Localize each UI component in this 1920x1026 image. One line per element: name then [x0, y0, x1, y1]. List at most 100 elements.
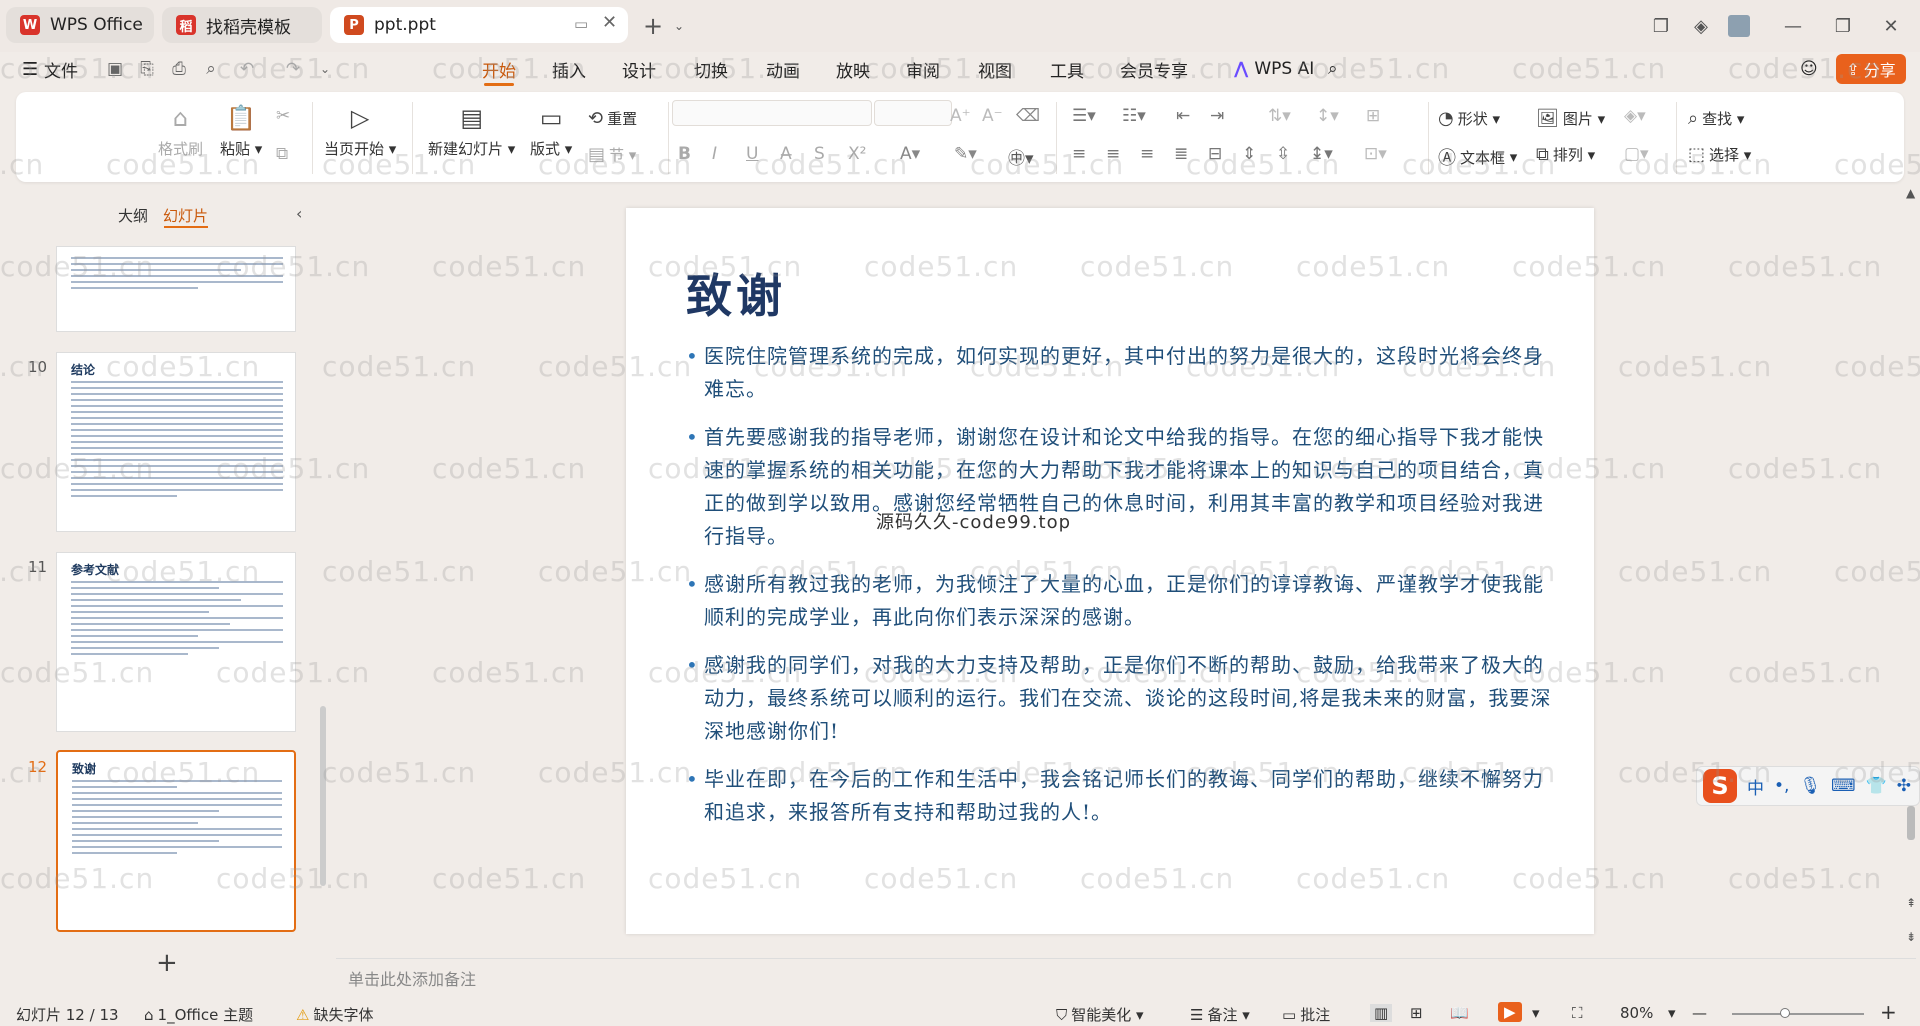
menu-review[interactable]: 审阅: [906, 56, 940, 82]
vertical-scrollbar[interactable]: ▲ ⇞ ⇟: [1906, 186, 1916, 956]
chat-icon[interactable]: ☺: [1800, 56, 1818, 82]
underline-icon[interactable]: U: [746, 144, 758, 164]
slide-thumbnail-selected[interactable]: 致谢: [56, 750, 296, 932]
next-slide-icon[interactable]: ⇟: [1906, 930, 1916, 944]
paste-button[interactable]: 📋 粘贴 ▾: [220, 102, 262, 159]
picture-button[interactable]: 🖼 图片 ▾: [1536, 108, 1605, 129]
decrease-font-icon[interactable]: A⁻: [982, 106, 1003, 126]
line-spacing-icon[interactable]: ⇕: [1242, 144, 1256, 164]
reading-view-icon[interactable]: 📖: [1450, 1004, 1469, 1022]
sort-icon[interactable]: ↕▾: [1316, 106, 1339, 126]
prev-slide-icon[interactable]: ⇞: [1906, 896, 1916, 910]
avatar[interactable]: [1728, 15, 1750, 37]
menu-slideshow[interactable]: 放映: [836, 56, 870, 82]
indent-icon[interactable]: ⇥: [1210, 106, 1224, 126]
slide-sorter-icon[interactable]: ⊞: [1410, 1004, 1423, 1022]
scroll-up-icon[interactable]: ▲: [1906, 186, 1915, 200]
ime-lang[interactable]: 中: [1747, 774, 1764, 799]
theme-indicator[interactable]: ⌂ 1_Office 主题: [144, 1004, 253, 1025]
play-current-button[interactable]: ▷ 当页开始 ▾: [324, 102, 396, 159]
spacing-options-icon[interactable]: ↨▾: [1310, 144, 1333, 164]
missing-font-indicator[interactable]: ⚠ 缺失字体: [296, 1004, 373, 1025]
textbox-button[interactable]: Ⓐ 文本框 ▾: [1438, 144, 1517, 170]
arrange-button[interactable]: ⧉ 排列 ▾: [1536, 144, 1595, 165]
zoom-in-icon[interactable]: +: [1880, 1000, 1897, 1024]
normal-view-icon[interactable]: ▥: [1370, 1004, 1393, 1022]
collapse-panel-icon[interactable]: ‹: [296, 204, 302, 223]
minimize-icon[interactable]: —: [1780, 13, 1806, 39]
align-right-icon[interactable]: ≡: [1140, 144, 1154, 164]
convert-smartart-icon[interactable]: ⊞: [1366, 106, 1380, 126]
font-color-icon[interactable]: A▾: [900, 144, 920, 164]
menu-transition[interactable]: 切换: [694, 56, 728, 82]
window-mode-icon[interactable]: ▭: [574, 15, 588, 33]
microphone-icon[interactable]: 🎙: [1799, 776, 1821, 796]
layout-button[interactable]: ▭ 版式 ▾: [530, 102, 572, 159]
zoom-chevron-icon[interactable]: ▾: [1668, 1004, 1676, 1022]
tab-list-chevron-icon[interactable]: ⌄: [666, 13, 692, 39]
tab-ppt-document[interactable]: P ppt.ppt ▭ ✕: [330, 7, 628, 43]
slide-body[interactable]: 医院住院管理系统的完成，如何实现的更好，其中付出的努力是很大的，这段时光将会终身…: [686, 340, 1556, 844]
print-preview-icon[interactable]: ⌕: [200, 58, 222, 80]
print-icon[interactable]: ⎙: [168, 58, 190, 80]
copy-icon[interactable]: ⧉: [276, 144, 288, 164]
bold-icon[interactable]: B: [678, 144, 691, 164]
menu-insert[interactable]: 插入: [552, 56, 586, 82]
outline-icon[interactable]: ▢▾: [1624, 144, 1649, 164]
slideshow-chevron-icon[interactable]: ▾: [1532, 1004, 1540, 1022]
phonetic-icon[interactable]: ㊥▾: [1008, 144, 1034, 169]
undo-icon[interactable]: ↶: [236, 58, 258, 80]
tab-slides[interactable]: 幻灯片: [163, 205, 208, 226]
section-button[interactable]: ▤ 节 ▾: [588, 144, 636, 165]
distribute-icon[interactable]: ⊟: [1208, 144, 1222, 164]
hamburger-icon[interactable]: ☰: [22, 56, 38, 82]
quick-access-chevron-icon[interactable]: ⌄: [314, 58, 336, 80]
zoom-out-icon[interactable]: —: [1692, 1004, 1707, 1022]
save-icon[interactable]: ▣: [104, 58, 126, 80]
font-name-combo[interactable]: [672, 100, 872, 126]
fill-color-icon[interactable]: ◈▾: [1624, 106, 1646, 126]
text-align-icon[interactable]: ⊡▾: [1364, 144, 1387, 164]
export-pdf-icon[interactable]: ⎘: [136, 58, 158, 80]
zoom-slider-thumb[interactable]: [1780, 1008, 1790, 1018]
menu-view[interactable]: 视图: [978, 56, 1012, 82]
tab-wps-office[interactable]: W WPS Office: [6, 7, 154, 43]
align-center-icon[interactable]: ≡: [1106, 144, 1120, 164]
comments-button[interactable]: ▭ 批注: [1282, 1004, 1330, 1025]
clear-format-icon[interactable]: ⌫: [1016, 106, 1040, 126]
smart-beautify-button[interactable]: ⛉ 智能美化 ▾: [1056, 1004, 1144, 1025]
bullet-list-icon[interactable]: ☰▾: [1072, 106, 1096, 126]
window-list-icon[interactable]: ❐: [1648, 13, 1674, 39]
menu-animation[interactable]: 动画: [766, 56, 800, 82]
select-button[interactable]: ⬚ 选择 ▾: [1688, 144, 1751, 165]
highlight-icon[interactable]: ✎▾: [954, 144, 977, 164]
add-slide-icon[interactable]: +: [156, 948, 178, 978]
numbered-list-icon[interactable]: ☷▾: [1122, 106, 1146, 126]
maximize-icon[interactable]: ❐: [1830, 13, 1856, 39]
format-painter-button[interactable]: ⌂ 格式刷: [158, 102, 203, 159]
menu-wps-ai[interactable]: ⋀ WPS AI: [1234, 56, 1314, 82]
menu-start[interactable]: 开始: [482, 56, 516, 86]
menu-tools[interactable]: 工具: [1050, 56, 1084, 82]
font-size-combo[interactable]: [874, 100, 952, 126]
align-left-icon[interactable]: ≡: [1072, 144, 1086, 164]
slideshow-play-icon[interactable]: ▶: [1498, 1002, 1522, 1022]
scroll-thumb[interactable]: [1907, 806, 1915, 840]
menu-member[interactable]: 会员专享: [1120, 56, 1188, 82]
apps-icon[interactable]: ✣: [1897, 776, 1911, 796]
slide-thumbnail[interactable]: [56, 246, 296, 332]
justify-icon[interactable]: ≣: [1174, 144, 1188, 164]
keyboard-icon[interactable]: ⌨: [1831, 776, 1856, 796]
zoom-level[interactable]: 80%: [1620, 1004, 1653, 1022]
notes-input[interactable]: 单击此处添加备注: [336, 960, 1896, 996]
shape-button[interactable]: ◔ 形状 ▾: [1438, 108, 1500, 129]
tab-template[interactable]: 稻 找稻壳模板: [162, 7, 322, 43]
text-direction-icon[interactable]: ⇅▾: [1268, 106, 1291, 126]
strike-icon[interactable]: A̶: [780, 144, 792, 164]
new-tab-icon[interactable]: +: [640, 12, 666, 40]
new-slide-button[interactable]: ▤ 新建幻灯片 ▾: [428, 102, 515, 159]
outdent-icon[interactable]: ⇤: [1176, 106, 1190, 126]
punctuation-icon[interactable]: •,: [1774, 776, 1789, 796]
cube-icon[interactable]: ◈: [1688, 13, 1714, 39]
tab-outline[interactable]: 大纲: [118, 205, 148, 226]
